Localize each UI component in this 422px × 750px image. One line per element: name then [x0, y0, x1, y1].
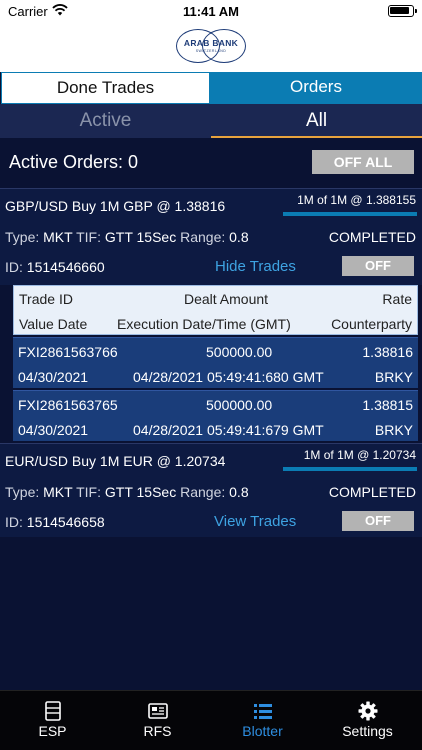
newspaper-icon: [148, 703, 168, 719]
filter-segment: Active All: [0, 104, 422, 138]
hide-trades-link[interactable]: Hide Trades: [215, 258, 296, 275]
order-fill-bar: [283, 467, 417, 471]
cell-execution: 04/28/2021 05:49:41:680 GMT: [133, 369, 324, 385]
active-orders-count: Active Orders: 0: [9, 152, 139, 172]
bulleted-list-icon: [254, 704, 272, 719]
bottom-tab-bar: ESP RFS Blotter Settings: [0, 690, 422, 750]
tab-done-trades[interactable]: Done Trades: [1, 72, 210, 104]
active-orders-bar: Active Orders: 0 OFF ALL: [0, 140, 422, 186]
order-status: COMPLETED: [328, 229, 416, 245]
cell-counterparty: BRKY: [374, 422, 413, 438]
tab-blotter[interactable]: Blotter: [210, 691, 315, 750]
header-rate: Rate: [382, 291, 412, 307]
order-off-button[interactable]: OFF: [342, 256, 414, 276]
order-details: Type: MKT TIF: GTT 15Sec Range: 0.8: [5, 229, 249, 245]
gear-icon: [358, 701, 378, 721]
off-all-button[interactable]: OFF ALL: [312, 150, 414, 174]
order-pair: EUR/USD Buy 1M EUR @ 1.20734: [5, 453, 226, 469]
cell-rate: 1.38815: [362, 397, 413, 413]
order-fill-bar: [283, 212, 417, 216]
cell-counterparty: BRKY: [374, 369, 413, 385]
cell-trade-id: FXI2861563766: [18, 344, 118, 360]
tab-rfs-label: RFS: [143, 723, 172, 739]
battery-icon: [388, 5, 417, 17]
tab-orders[interactable]: Orders: [210, 72, 422, 104]
bank-logo: ARAB BANK SWITZERLAND: [174, 27, 248, 65]
tab-esp-label: ESP: [38, 723, 67, 739]
cell-trade-id: FXI2861563765: [18, 397, 118, 413]
status-bar: Carrier 11:41 AM: [0, 0, 422, 24]
header-value-date: Value Date: [19, 316, 88, 332]
tab-all[interactable]: All: [211, 104, 422, 138]
cell-execution: 04/28/2021 05:49:41:679 GMT: [133, 422, 324, 438]
order-card: EUR/USD Buy 1M EUR @ 1.20734 1M of 1M @ …: [0, 443, 422, 537]
clock: 11:41 AM: [183, 4, 239, 19]
tab-blotter-label: Blotter: [242, 723, 283, 739]
order-id: ID: 1514546660: [5, 259, 105, 275]
table-row[interactable]: FXI2861563766 500000.00 1.38816 04/30/20…: [13, 337, 418, 388]
cell-rate: 1.38816: [362, 344, 413, 360]
order-off-button[interactable]: OFF: [342, 511, 414, 531]
order-fill-text: 1M of 1M @ 1.388155: [297, 193, 416, 207]
order-pair: GBP/USD Buy 1M GBP @ 1.38816: [5, 198, 226, 214]
header-dealt-amount: Dealt Amount: [184, 291, 269, 307]
order-fill-text: 1M of 1M @ 1.20734: [303, 448, 416, 462]
order-details: Type: MKT TIF: GTT 15Sec Range: 0.8: [5, 484, 249, 500]
tab-active[interactable]: Active: [0, 104, 211, 138]
order-status: COMPLETED: [328, 484, 416, 500]
cell-value-date: 04/30/2021: [18, 422, 89, 438]
list-document-icon: [45, 701, 61, 721]
header-trade-id: Trade ID: [19, 291, 73, 307]
table-row[interactable]: FXI2861563765 500000.00 1.38815 04/30/20…: [13, 390, 418, 441]
tab-esp[interactable]: ESP: [0, 691, 105, 750]
tab-settings-label: Settings: [342, 723, 393, 739]
top-segment: Done Trades Orders: [0, 72, 422, 104]
app-header: ARAB BANK SWITZERLAND: [0, 24, 422, 72]
header-counterparty: Counterparty: [331, 316, 412, 332]
cell-dealt-amount: 500000.00: [206, 397, 273, 413]
order-card: GBP/USD Buy 1M GBP @ 1.38816 1M of 1M @ …: [0, 188, 422, 285]
header-execution: Execution Date/Time (GMT): [117, 316, 291, 332]
tab-rfs[interactable]: RFS: [105, 691, 210, 750]
order-id: ID: 1514546658: [5, 514, 105, 530]
tab-settings[interactable]: Settings: [315, 691, 420, 750]
trades-table-header: Trade ID Dealt Amount Rate Value Date Ex…: [13, 285, 418, 335]
view-trades-link[interactable]: View Trades: [214, 513, 296, 530]
cell-dealt-amount: 500000.00: [206, 344, 273, 360]
cell-value-date: 04/30/2021: [18, 369, 89, 385]
